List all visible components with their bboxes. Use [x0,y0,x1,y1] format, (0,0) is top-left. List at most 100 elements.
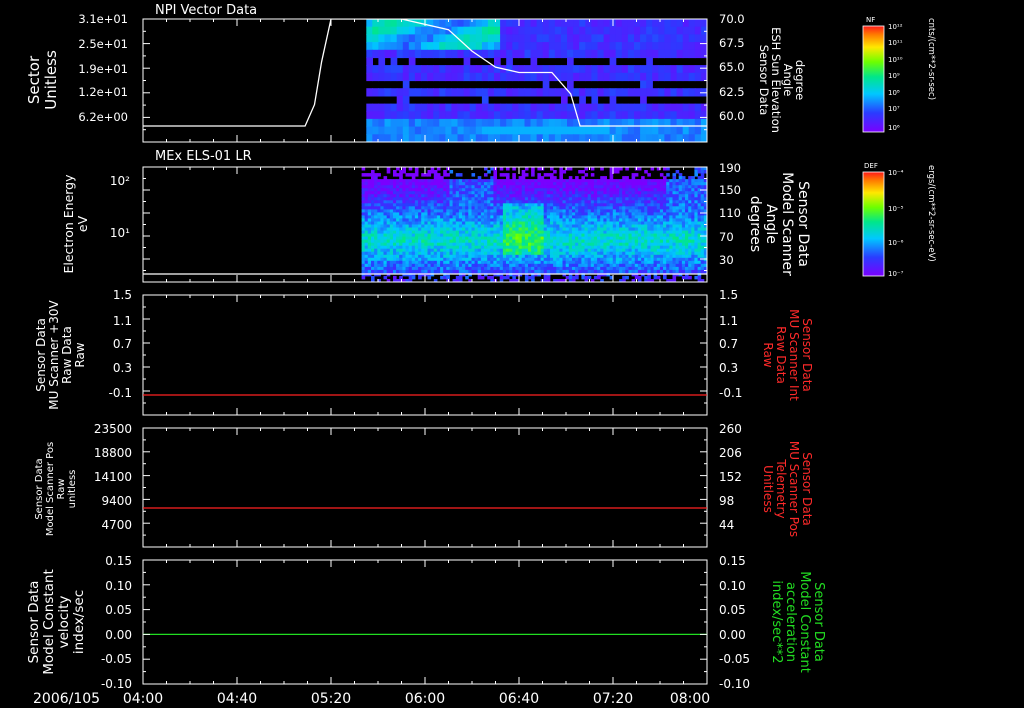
heatmap-cell [499,179,504,183]
heatmap-cell [418,269,422,274]
heatmap-cell [688,233,692,238]
heatmap-cell [372,103,379,112]
heatmap-cell [366,49,373,59]
axis-label-line: Sensor Data [800,318,814,392]
heatmap-cell [502,227,507,231]
heatmap-cell [465,191,469,195]
heatmap-cell [396,200,400,204]
heatmap-cell [518,212,523,216]
heatmap-cell [531,200,535,204]
heatmap-cell [383,224,388,228]
heatmap-cell [625,260,629,265]
heatmap-cell [666,215,670,219]
heatmap-cell [572,209,576,213]
heatmap-cell [700,269,705,274]
heatmap-cell [399,176,403,180]
heatmap-cell [433,185,438,189]
heatmap-cell [637,191,642,195]
heatmap-cell [697,263,702,268]
heatmap-cell [496,230,501,235]
heatmap-cell [471,254,476,259]
heatmap-cell [656,245,661,250]
heatmap-cell [606,209,611,213]
heatmap-cell [471,209,476,213]
heatmap-cell [694,254,698,259]
heatmap-cell [443,245,447,250]
heatmap-cell [631,185,636,189]
heatmap-cell [553,221,557,225]
heatmap-cell [640,95,647,105]
y2tick: 67.5 [719,36,745,50]
ytick: 10² [110,174,130,188]
heatmap-cell [405,245,410,250]
heatmap-cell [568,200,573,204]
heatmap-cell [506,251,510,256]
heatmap-cell [622,203,626,207]
heatmap-cell [396,118,404,128]
heatmap-cell [468,215,472,219]
heatmap-cell [367,227,372,231]
heatmap-cell [530,34,538,43]
heatmap-cell [430,239,435,244]
heatmap-cell [597,236,601,241]
heatmap-cell [672,209,677,213]
heatmap-cell [399,221,403,225]
heatmap-cell [637,212,642,216]
heatmap-cell [691,200,695,204]
heatmap-cell [500,126,507,135]
heatmap-cell [449,245,454,250]
heatmap-cell [361,197,366,201]
heatmap-cell [612,230,617,235]
heatmap-cell [471,212,476,216]
heatmap-cell [681,203,686,207]
heatmap-cell [386,227,391,231]
heatmap-cell [619,230,623,235]
heatmap-cell [361,260,366,265]
heatmap-cell [367,182,372,186]
heatmap-cell [509,248,513,253]
heatmap-cell [399,185,403,189]
heatmap-cell [521,170,526,174]
heatmap-cell [468,239,472,244]
heatmap-cell [436,254,441,259]
heatmap-cell [389,251,394,256]
heatmap-cell [656,197,661,201]
heatmap-cell [374,224,378,228]
ytick: 1.9e+01 [78,62,128,76]
heatmap-cell [676,42,684,51]
heatmap-cell [502,203,507,207]
heatmap-cell [521,176,526,180]
heatmap-cell [628,260,633,265]
heatmap-cell [531,206,535,210]
heatmap-cell [619,257,623,262]
heatmap-cell [518,111,526,120]
heatmap-cell [694,200,698,204]
heatmap-cell [443,251,447,256]
heatmap-cell [559,173,563,177]
heatmap-cell [546,245,551,250]
heatmap-cell [371,242,375,247]
heatmap-cell [484,182,488,186]
heatmap-cell [440,191,444,195]
heatmap-cell [543,197,548,201]
heatmap-cell [493,269,497,274]
heatmap-cell [430,254,435,259]
heatmap-cell [518,230,523,235]
heatmap-cell [593,179,598,183]
heatmap-cell [474,257,479,262]
heatmap-cell [371,188,375,192]
heatmap-cell [499,245,504,250]
heatmap-cell [600,188,604,192]
heatmap-cell [493,200,497,204]
heatmap-cell [584,275,589,280]
heatmap-cell [386,251,391,256]
heatmap-cell [484,179,488,183]
heatmap-cell [672,254,677,259]
heatmap-cell [659,254,664,259]
heatmap-cell [697,242,702,247]
heatmap-cell [433,242,438,247]
heatmap-cell [675,206,680,210]
heatmap-cell [396,197,400,201]
heatmap-cell [627,65,635,74]
heatmap-cell [499,254,504,259]
